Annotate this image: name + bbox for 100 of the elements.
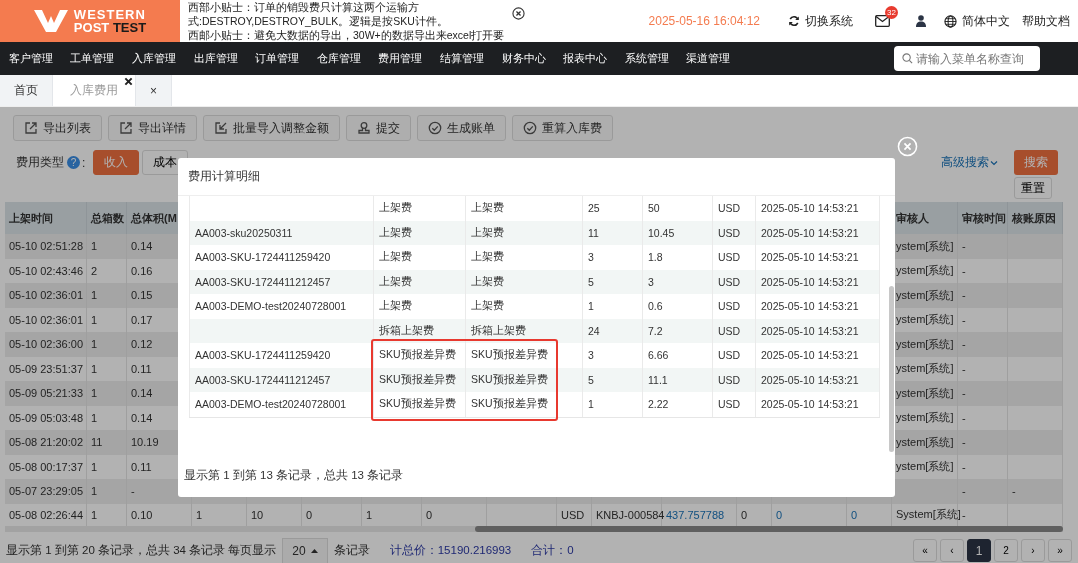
nav-menu-item[interactable]: 报表中心 (554, 51, 616, 66)
table-cell: 2025-05-10 14:53:21 (761, 324, 859, 337)
table-cell: 10 (251, 508, 264, 521)
table-cell: 2025-05-10 14:53:21 (761, 373, 859, 386)
menu-search-field[interactable]: 请输入菜单名称查询 (894, 46, 1040, 71)
nav-menu-item[interactable]: 渠道管理 (677, 51, 740, 66)
table-cell: 0 (306, 508, 313, 521)
logo-icon (33, 10, 68, 32)
table-cell: SKU预报差异费 (471, 372, 548, 387)
language-selector[interactable]: 简体中文 (962, 13, 1010, 29)
table-cell: USD (718, 398, 741, 411)
table-cell: 1 (588, 398, 594, 411)
table-cell: USD (718, 324, 741, 337)
stamp-icon (357, 121, 371, 135)
logo-text: WESTERN (73, 8, 147, 21)
table-cell: 0.14 (131, 411, 153, 424)
vertical-scrollbar[interactable] (889, 286, 894, 452)
table-cell: ystem[系统] (896, 312, 954, 328)
page-tab[interactable]: × (136, 75, 172, 106)
table-cell: AA003-sku20250311 (195, 226, 293, 239)
reset-button[interactable]: 重置 (1014, 177, 1052, 199)
page-size-select[interactable]: 20 (282, 537, 328, 563)
refresh-icon[interactable] (788, 15, 800, 27)
page-tab[interactable]: 首页 (0, 75, 53, 106)
table-cell: 05-08 00:17:37 (9, 460, 83, 473)
table-cell: 2025-05-10 14:53:21 (761, 300, 859, 313)
caret-up-icon (310, 548, 318, 553)
page-button[interactable]: ‹ (940, 539, 964, 562)
user-icon[interactable] (916, 15, 926, 27)
close-icon[interactable] (512, 6, 526, 20)
page-button[interactable]: » (1048, 539, 1072, 562)
nav-menu-item[interactable]: 出库管理 (184, 51, 247, 66)
table-cell: 05-10 02:43:46 (9, 264, 83, 277)
nav-menu-item[interactable]: 工单管理 (61, 51, 124, 66)
record-summary: 显示第 1 到第 13 条记录，总共 13 条记录 (183, 468, 405, 483)
nav-menu-item[interactable]: 费用管理 (369, 51, 432, 66)
check-circle-icon (428, 121, 442, 135)
table-cell: 3 (588, 251, 594, 264)
notice-text: 式:DESTROY,DESTROY_BULK。逻辑是按SKU计件。 (188, 14, 448, 28)
horizontal-scrollbar[interactable] (475, 525, 1063, 532)
cell-link[interactable]: 0 (851, 508, 858, 521)
table-cell: 05-10 02:51:28 (9, 240, 83, 253)
table-cell: 1 (91, 338, 98, 351)
import-icon (214, 121, 228, 135)
page-button[interactable]: › (1021, 539, 1045, 562)
table-cell: 24 (588, 324, 600, 337)
table-cell: 上架费 (471, 201, 504, 216)
page-button[interactable]: 1 (967, 539, 991, 562)
mail-icon[interactable] (875, 15, 890, 27)
table-cell: SKU预报差异费 (379, 397, 456, 412)
table-cell: 上架费 (471, 250, 504, 265)
toolbar-button[interactable]: 导出列表 (13, 115, 102, 141)
toolbar-button[interactable]: 导出详情 (108, 115, 197, 141)
record-summary: 显示第 1 到第 20 条记录，总共 34 条记录 每页显示 (6, 543, 277, 558)
page-button[interactable]: « (913, 539, 937, 562)
table-cell: 10.19 (131, 436, 159, 449)
table-cell: 50 (648, 202, 660, 215)
toolbar-button[interactable]: 重算入库费 (512, 115, 613, 141)
table-cell: ystem[系统] (896, 238, 954, 254)
table-cell: - (962, 387, 966, 400)
table-cell: 拆箱上架费 (471, 323, 526, 338)
page-button[interactable]: 2 (994, 539, 1018, 562)
table-cell: 0.6 (648, 300, 663, 313)
table-cell: - (962, 289, 966, 302)
globe-icon[interactable] (944, 14, 957, 28)
table-cell: 2025-05-10 14:53:21 (761, 251, 859, 264)
table-cell: 05-07 23:29:05 (9, 485, 83, 498)
table-cell: 上架费 (379, 274, 412, 289)
table-cell: 2025-05-10 14:53:21 (761, 226, 859, 239)
modal-title: 费用计算明细 (188, 168, 260, 185)
advanced-search-link[interactable]: 高级搜索 (941, 154, 998, 171)
table-cell: 7.2 (648, 324, 663, 337)
record-label: 条记录 (333, 543, 370, 558)
nav-menu-item[interactable]: 入库管理 (123, 51, 185, 66)
search-icon (902, 53, 913, 64)
table-cell: 3 (648, 275, 654, 288)
toolbar-button[interactable]: 提交 (346, 115, 411, 141)
table-cell: USD (718, 349, 741, 362)
table-cell: 0.10 (131, 508, 153, 521)
table-cell: 5 (588, 275, 594, 288)
close-icon[interactable] (124, 77, 133, 86)
table-cell: 05-09 05:03:48 (9, 411, 83, 424)
table-cell: 6.66 (648, 349, 669, 362)
table-cell: ystem[系统] (896, 361, 954, 377)
nav-menu-item[interactable]: 订单管理 (246, 51, 308, 66)
switch-system-link[interactable]: 切换系统 (805, 13, 853, 29)
table-cell: SKU预报差异费 (471, 348, 548, 363)
cell-link[interactable]: 0 (776, 508, 783, 521)
nav-menu-item[interactable]: 财务中心 (492, 51, 555, 66)
toolbar-button[interactable]: 批量导入调整金额 (203, 115, 340, 141)
table-cell: - (962, 362, 966, 375)
help-docs-link[interactable]: 帮助文档 (1022, 13, 1070, 29)
toolbar-button[interactable]: 生成账单 (417, 115, 506, 141)
table-cell: 2025-05-10 14:53:21 (761, 349, 859, 362)
nav-menu-item[interactable]: 客户管理 (0, 51, 62, 66)
nav-menu-item[interactable]: 系统管理 (615, 51, 678, 66)
nav-menu-item[interactable]: 结算管理 (431, 51, 493, 66)
table-cell: ystem[系统] (896, 263, 954, 279)
cell-link[interactable]: 437.757788 (666, 508, 725, 521)
nav-menu-item[interactable]: 仓库管理 (307, 51, 370, 66)
